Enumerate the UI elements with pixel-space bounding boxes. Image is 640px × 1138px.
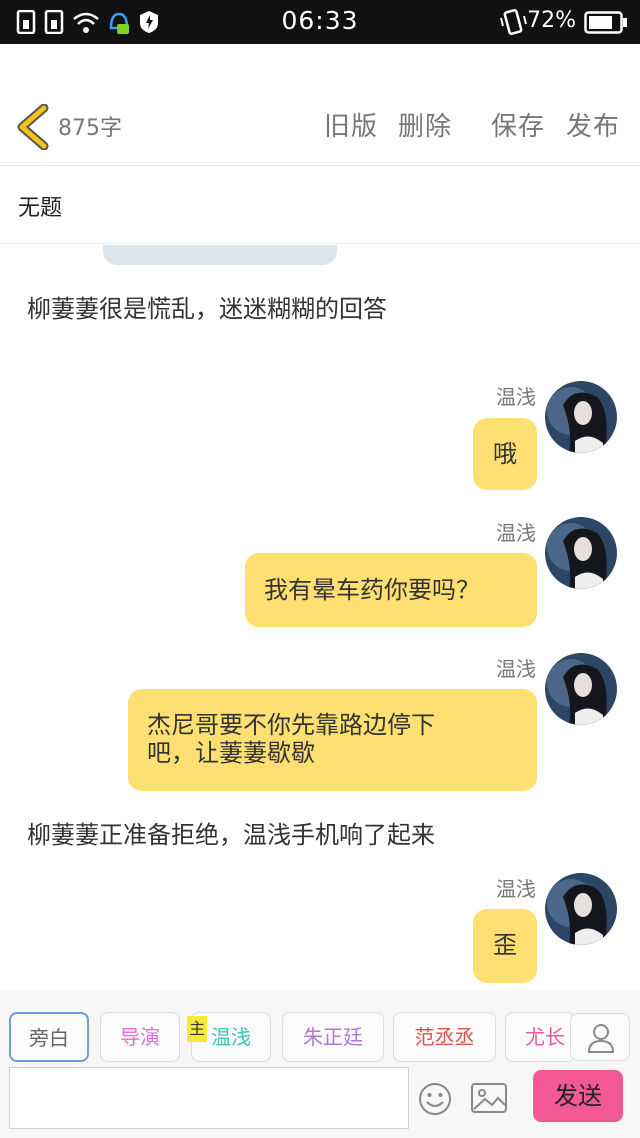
avatar-portrait-icon [545,653,617,725]
avatar[interactable] [545,653,617,725]
character-tab-zhuzhengting[interactable]: 朱正廷 [282,1012,384,1062]
chat-bubble-line: 吧，让萋萋歇歇 [147,739,315,767]
back-arrow-icon[interactable] [14,104,50,150]
editor-toolbar: 875字 旧版 删除 保存 发布 [0,88,640,166]
battery-icon [584,11,627,34]
chat-bubble[interactable]: 杰尼哥要不你先靠路边停下 吧，让萋萋歇歇 [128,689,537,791]
narration-text: 柳萋萋正准备拒绝，温浅手机响了起来 [27,821,435,849]
chat-bubble[interactable]: 哦 [473,418,537,490]
message-input[interactable] [9,1067,409,1129]
word-count: 875字 [58,116,122,141]
character-tab-youchang[interactable]: 尤长 [505,1012,575,1062]
battery-percentage: 72% [527,8,576,33]
publish-button[interactable]: 发布 [566,106,620,143]
avatar-portrait-icon [545,517,617,589]
vibrate-icon [500,9,527,35]
save-button[interactable]: 保存 [491,106,545,143]
avatar[interactable] [545,517,617,589]
status-bar: 06:33 72% [0,0,640,44]
image-icon[interactable] [470,1082,508,1114]
avatar-portrait-icon [545,873,617,945]
character-tab-fanchengcheng[interactable]: 范丞丞 [393,1012,496,1062]
message-sender-name: 温浅 [496,385,536,409]
chat-bubble-line: 杰尼哥要不你先靠路边停下 [147,711,435,739]
message-sender-name: 温浅 [496,877,536,901]
title-bar[interactable]: 无题 [0,166,640,244]
delete-button[interactable]: 删除 [398,106,452,143]
conversation-area[interactable]: 柳萋萋很是慌乱，迷迷糊糊的回答 温浅 哦 温浅 我有晕车药你要吗？ 温浅 杰尼哥… [0,245,640,990]
chat-bubble[interactable]: 歪 [473,909,537,983]
avatar[interactable] [545,381,617,453]
character-tab-director[interactable]: 导演 [100,1012,180,1062]
character-tab-narrator[interactable]: 旁白 [9,1012,89,1062]
emoji-icon[interactable] [418,1082,452,1116]
message-sender-name: 温浅 [496,657,536,681]
avatar[interactable] [545,873,617,945]
story-title[interactable]: 无题 [18,190,62,222]
partial-message-bubble [103,245,337,265]
avatar-portrait-icon [545,381,617,453]
add-character-button[interactable] [570,1013,630,1061]
old-version-button[interactable]: 旧版 [324,106,378,143]
send-button[interactable]: 发送 [533,1070,623,1122]
main-character-badge: 主 [187,1016,207,1042]
person-icon [587,1024,615,1053]
message-sender-name: 温浅 [496,521,536,545]
narration-text: 柳萋萋很是慌乱，迷迷糊糊的回答 [27,295,387,323]
chat-bubble[interactable]: 我有晕车药你要吗？ [245,553,537,627]
